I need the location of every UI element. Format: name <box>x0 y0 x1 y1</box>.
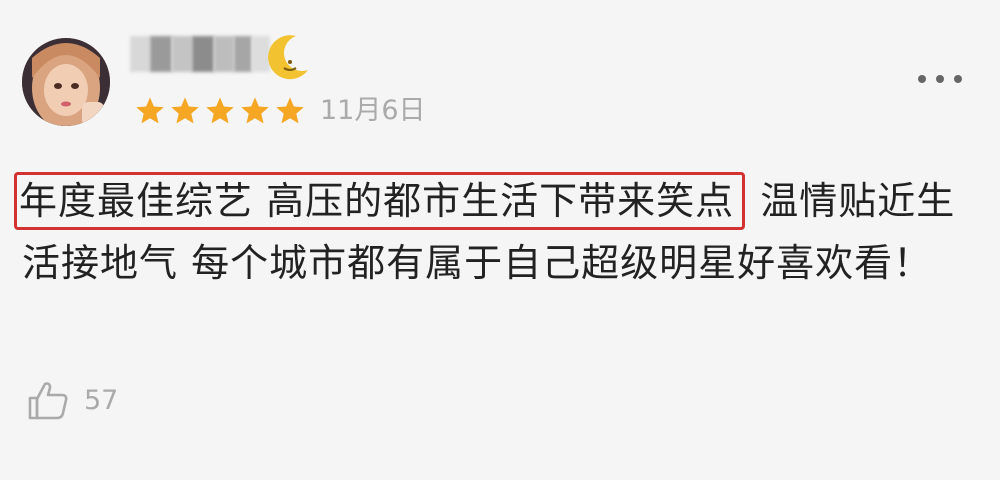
star-icon <box>206 97 234 124</box>
like-count: 57 <box>84 384 119 416</box>
more-dots-icon[interactable] <box>918 70 962 88</box>
star-icon <box>171 97 199 124</box>
star-icon <box>276 97 304 124</box>
crescent-moon-icon <box>268 32 312 80</box>
review-date: 11月6日 <box>320 95 426 126</box>
review-text: 年度最佳综艺 高压的都市生活下带来笑点 温情贴近生活接地气 每个城市都有属于自己… <box>14 170 962 294</box>
thumbs-up-icon <box>28 382 68 420</box>
avatar[interactable] <box>22 38 110 126</box>
highlighted-phrase: 年度最佳综艺 高压的都市生活下带来笑点 <box>14 172 746 230</box>
star-icon <box>241 97 269 124</box>
username-blurred <box>130 34 270 74</box>
star-icon <box>136 97 164 124</box>
star-rating <box>134 92 306 130</box>
like-button[interactable]: 57 <box>26 378 118 422</box>
